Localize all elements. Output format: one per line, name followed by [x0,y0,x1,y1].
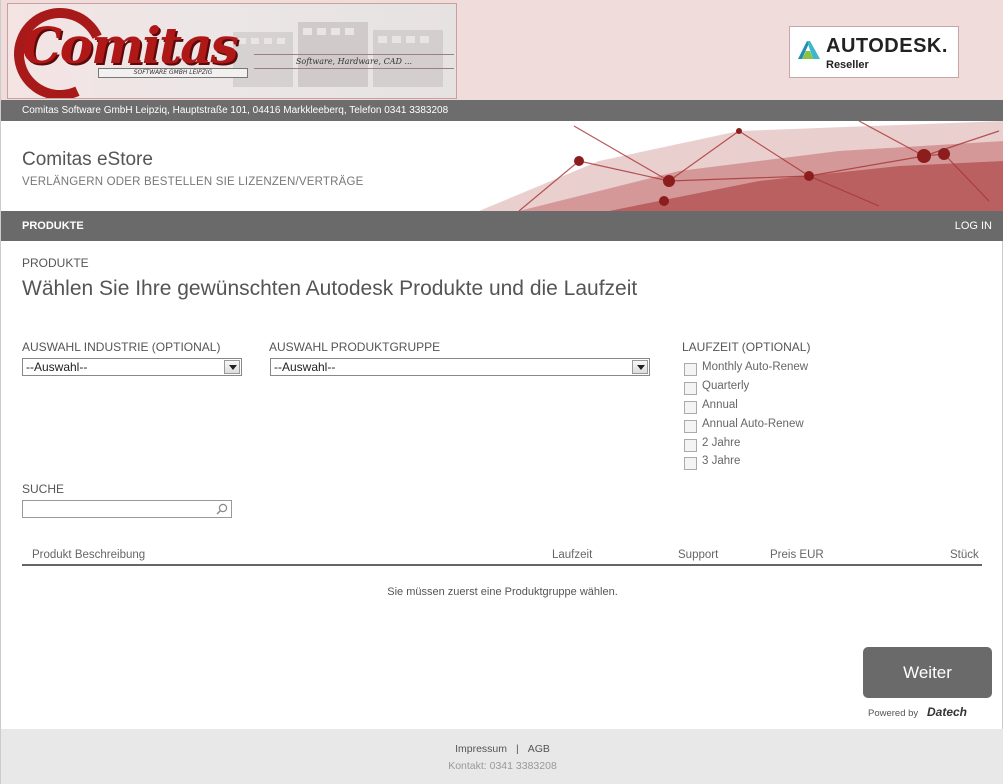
table-header-divider [22,564,982,566]
search-input[interactable] [22,500,232,518]
industry-select[interactable]: --Auswahl-- [22,358,242,376]
address-bar: Comitas Software GmbH Leipziq, Hauptstra… [1,100,1003,121]
store-title: Comitas eStore [22,149,153,170]
footer-contact: Kontakt: 0341 3383208 [448,760,557,772]
page-frame: Comitas SOFTWARE GMBH LEIPZIG Software, … [0,0,1003,784]
search-icon[interactable] [216,503,228,515]
autodesk-reseller-badge[interactable]: AUTODESK. Reseller [789,26,959,78]
term-option-label: Monthly Auto-Renew [702,361,809,373]
term-option-label: 2 Jahre [702,437,741,449]
column-header-description: Produkt Beschreibung [32,549,146,561]
column-header-price: Preis EUR [770,549,824,561]
footer-separator: | [516,743,519,755]
column-header-term: Laufzeit [552,549,593,561]
network-graphic [479,121,1003,211]
checkbox[interactable] [684,363,697,376]
term-option-label: Annual Auto-Renew [702,418,804,430]
top-banner: Comitas SOFTWARE GMBH LEIPZIG Software, … [1,0,1003,100]
industry-label: AUSWAHL INDUSTRIE (OPTIONAL) [22,340,221,354]
column-header-quantity: Stück [950,549,979,561]
footer: Impressum | AGB Kontakt: 0341 3383208 [1,729,1003,784]
industry-select-value: --Auswahl-- [26,360,88,374]
term-option-label: Quarterly [702,380,750,392]
checkbox[interactable] [684,439,697,452]
main-nav: PRODUKTE LOG IN [1,211,1003,241]
product-group-select[interactable]: --Auswahl-- [270,358,650,376]
table-empty-message: Sie müssen zuerst eine Produktgruppe wäh… [387,586,618,598]
term-option-label: Annual [702,399,738,411]
nav-products-link[interactable]: PRODUKTE [22,211,84,241]
logo-wordmark: Comitas [22,16,239,75]
footer-links: Impressum | AGB [1,743,1003,755]
powered-by-label: Powered by [868,708,919,719]
autodesk-wordmark: AUTODESK. [826,35,948,57]
autodesk-logo-icon [798,41,820,59]
search-label: SUCHE [22,482,65,496]
product-group-select-value: --Auswahl-- [274,360,336,374]
login-link[interactable]: LOG IN [955,211,992,241]
datech-logo[interactable]: Datech [927,705,967,719]
next-button[interactable]: Weiter [863,647,992,698]
reseller-label: Reseller [826,59,869,71]
checkbox[interactable] [684,420,697,433]
logo-subtitle: SOFTWARE GMBH LEIPZIG [98,68,248,78]
comitas-logo[interactable]: Comitas SOFTWARE GMBH LEIPZIG Software, … [7,3,457,99]
checkbox[interactable] [684,382,697,395]
impressum-link[interactable]: Impressum [455,743,507,755]
store-subtitle: VERLÄNGERN ODER BESTELLEN SIE LIZENZEN/V… [22,176,364,188]
checkbox[interactable] [684,401,697,414]
checkbox[interactable] [684,457,697,470]
page-heading: Wählen Sie Ihre gewünschten Autodesk Pro… [22,277,638,300]
product-group-label: AUSWAHL PRODUKTGRUPPE [269,340,441,354]
chevron-down-icon[interactable] [632,360,648,374]
term-option-label: 3 Jahre [702,455,741,467]
hero-banner: Comitas eStore VERLÄNGERN ODER BESTELLEN… [1,121,1003,211]
section-label: PRODUKTE [22,256,89,270]
term-label: LAUFZEIT (OPTIONAL) [682,340,811,354]
chevron-down-icon[interactable] [224,360,240,374]
agb-link[interactable]: AGB [528,743,550,755]
logo-tagline: Software, Hardware, CAD ... [254,54,454,69]
column-header-support: Support [678,549,719,561]
